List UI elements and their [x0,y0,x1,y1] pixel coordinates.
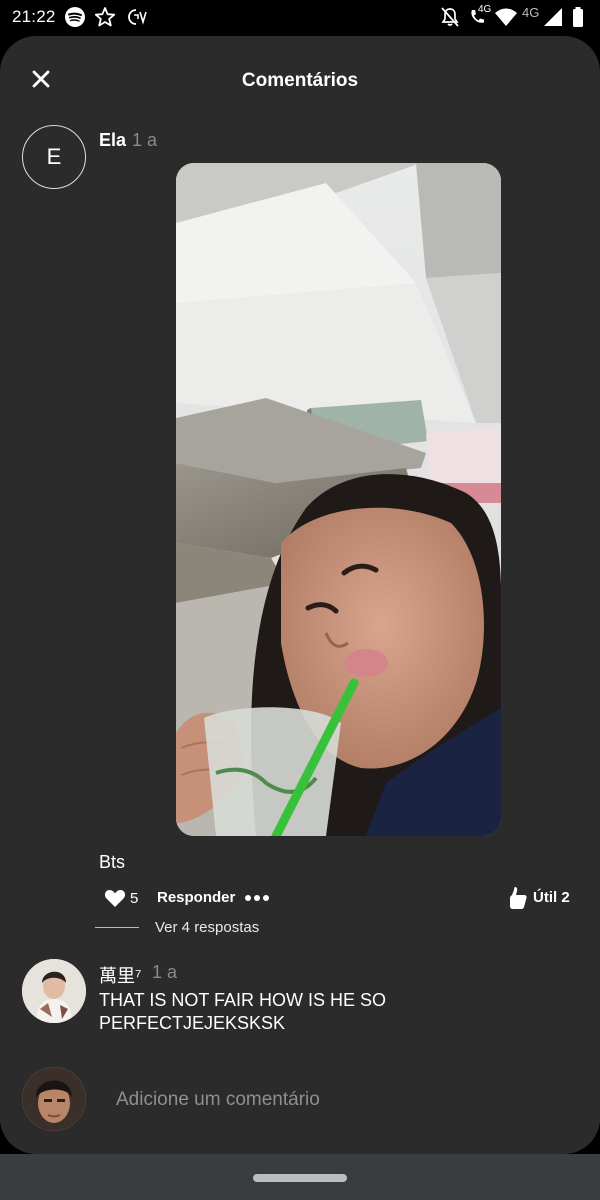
more-options-icon[interactable] [244,894,270,902]
comment-text: Bts [99,852,126,872]
avatar[interactable] [22,959,86,1023]
status-bar: 21:22 4G 4G [0,0,600,34]
spotify-icon [65,7,85,27]
comment-age: 1 a [152,962,178,982]
avatar-letter: E [46,144,62,169]
comments-sheet: Comentários E Ela 1 a Bts 5 Responder Út… [0,36,600,1154]
home-gesture-handle[interactable] [253,1174,347,1182]
star-icon [94,7,116,27]
comment-username[interactable]: Ela [99,130,126,151]
thumbs-up-icon[interactable] [508,886,528,910]
wifi-icon [495,8,517,26]
page-title: Comentários [241,70,359,91]
comment-age: 1 a [132,130,158,150]
app-icon [128,9,147,25]
like-count: 5 [130,890,139,907]
useful-button[interactable]: Útil 2 [533,889,570,906]
comment-text: THAT IS NOT FAIR HOW IS HE SO PERFECTJEJ… [99,990,387,1033]
comment-username[interactable]: 萬里⁷ [99,962,142,988]
network-type-label: 4G [522,5,540,20]
mute-icon [441,7,459,27]
network-type-label: 4G [478,4,492,15]
heart-icon[interactable] [104,888,126,908]
system-nav-bar [0,1154,600,1200]
comment-photo[interactable] [176,163,501,836]
view-replies-link[interactable]: Ver 4 respostas [155,919,259,936]
photo-image [176,163,501,836]
avatar-image [22,959,86,1023]
battery-icon [573,7,583,27]
replies-divider [95,927,139,928]
avatar[interactable] [22,1067,86,1131]
comment-actions: 5 Responder Útil 2 [104,886,574,912]
status-time: 21:22 [12,7,56,26]
comment-composer [0,1049,600,1154]
avatar-image [22,1067,86,1131]
comment-input[interactable] [116,1089,556,1111]
reply-button[interactable]: Responder [157,889,235,906]
avatar[interactable]: E [22,125,86,189]
signal-icon [544,8,562,26]
